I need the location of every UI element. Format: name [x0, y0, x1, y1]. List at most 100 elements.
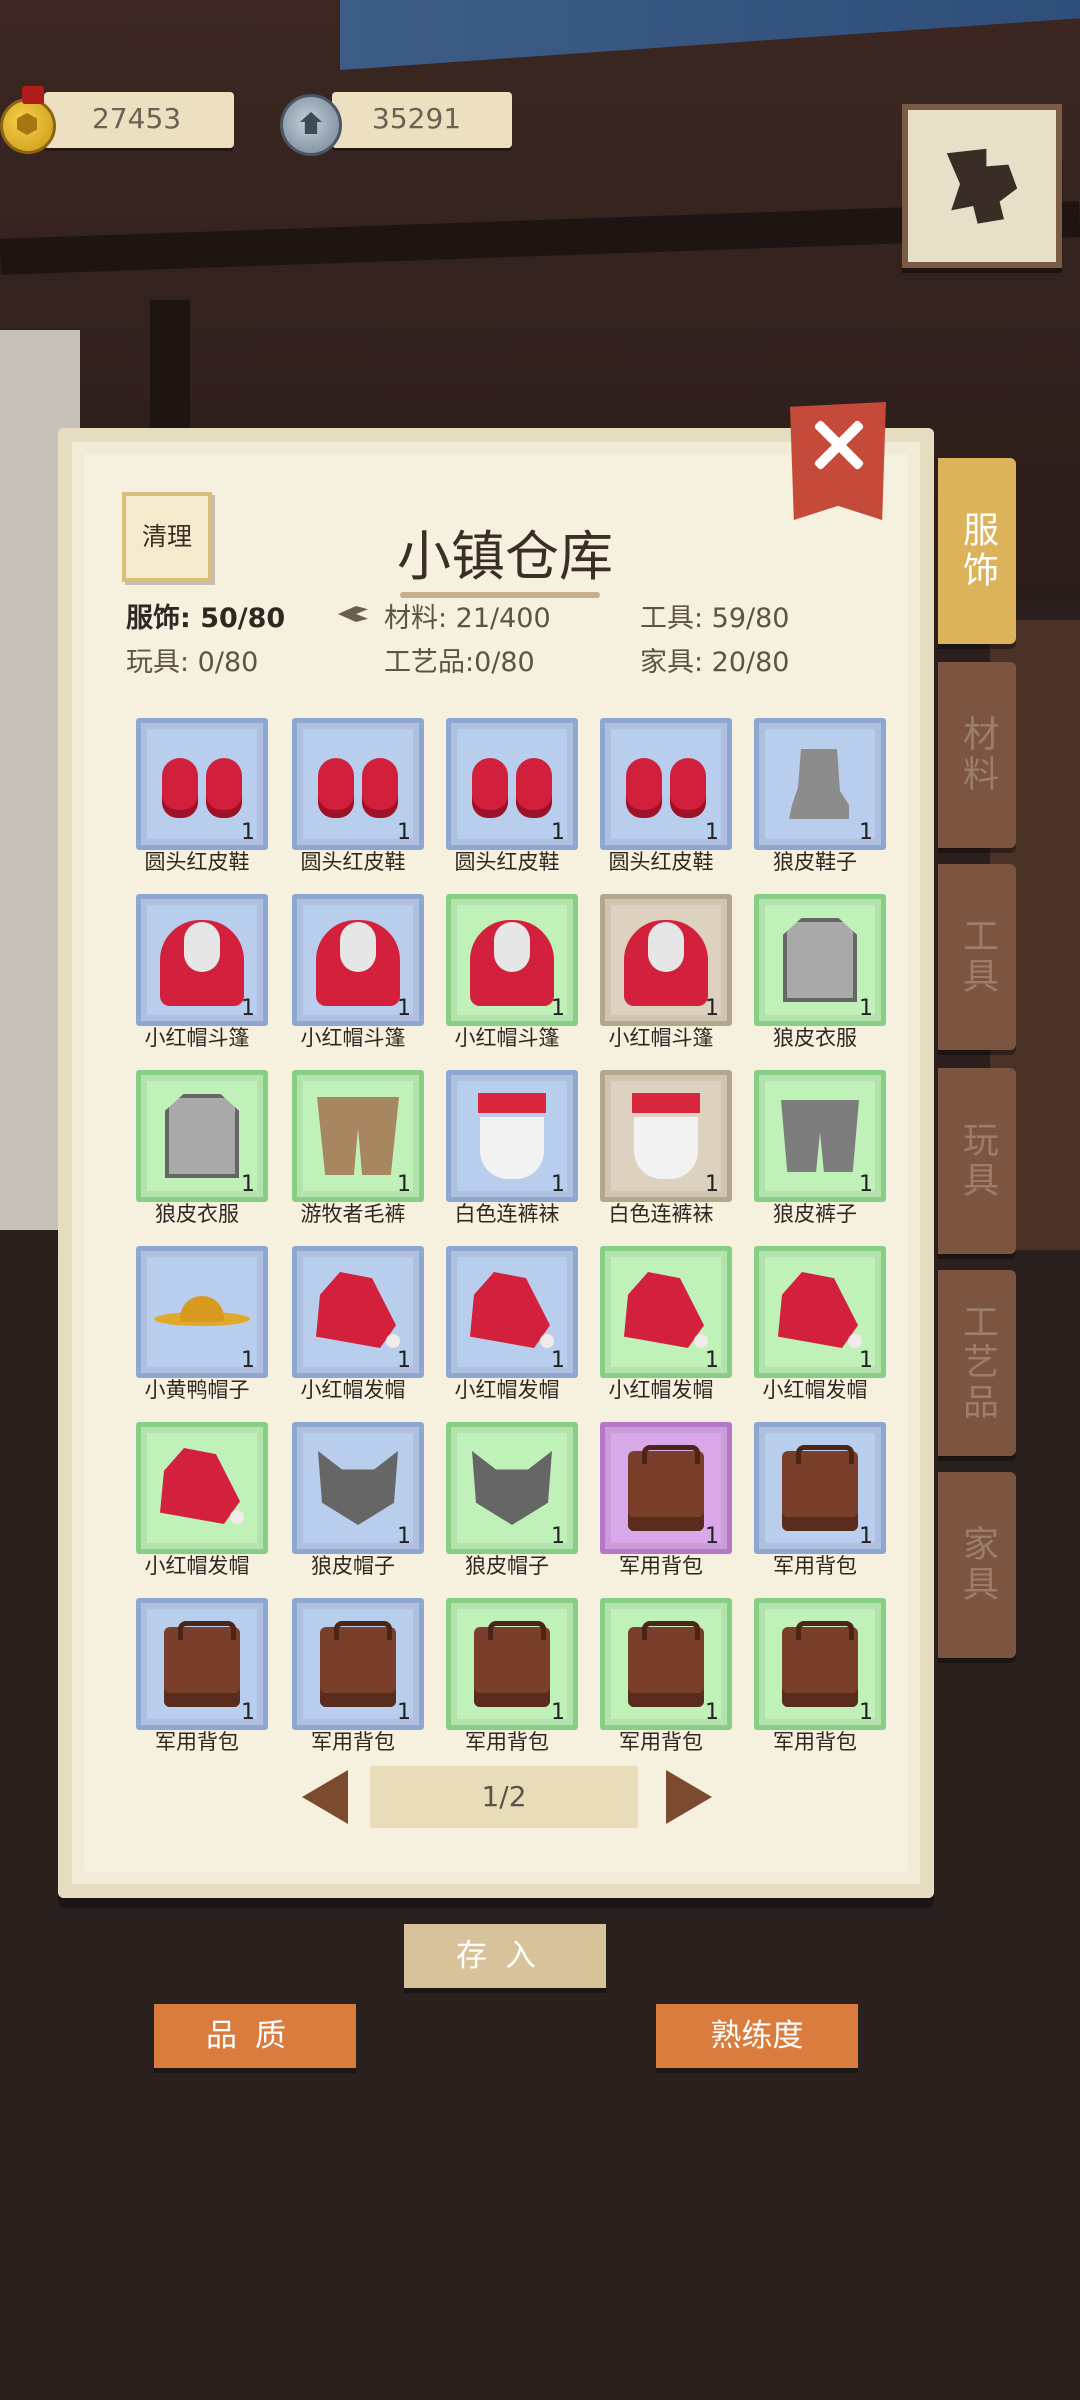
inventory-slot[interactable]: 1 狼皮帽子 — [278, 1416, 428, 1592]
inventory-slot[interactable]: 1 狼皮鞋子 — [740, 712, 890, 888]
tab-label: 服饰 — [957, 511, 998, 591]
item-tile: 1 — [754, 1246, 886, 1378]
item-name: 小红帽斗篷 — [608, 1026, 714, 1050]
inventory-slot[interactable]: 1 军用背包 — [740, 1592, 890, 1768]
duck-hat-icon — [154, 1292, 250, 1332]
item-tile: 1 — [754, 1422, 886, 1554]
journal-icon — [946, 148, 1018, 224]
inventory-slot[interactable]: 1 小红帽发帽 — [278, 1240, 428, 1416]
inventory-slot[interactable]: 1 圆头红皮鞋 — [278, 712, 428, 888]
inventory-slot[interactable]: 1 小红帽斗篷 — [278, 888, 428, 1064]
item-tile: 1 — [754, 718, 886, 850]
inventory-slot[interactable]: 1 狼皮裤子 — [740, 1064, 890, 1240]
backpack-icon — [782, 1621, 858, 1707]
item-tile: 1 — [292, 894, 424, 1026]
inventory-slot[interactable]: 1 狼皮衣服 — [122, 1064, 272, 1240]
inventory-slot[interactable]: 1 圆头红皮鞋 — [586, 712, 736, 888]
inventory-slot[interactable]: 1 游牧者毛裤 — [278, 1064, 428, 1240]
item-tile: 1 — [446, 1070, 578, 1202]
item-quantity: 1 — [705, 820, 719, 845]
red-hood-icon — [160, 1448, 244, 1528]
item-name: 狼皮衣服 — [155, 1202, 239, 1226]
inventory-slot[interactable]: 1 小红帽发帽 — [740, 1240, 890, 1416]
wolf-vest-icon — [165, 1094, 239, 1178]
inventory-slot[interactable]: 1 军用背包 — [586, 1416, 736, 1592]
red-shoes-icon — [624, 750, 708, 818]
inventory-slot[interactable]: 1 军用背包 — [122, 1592, 272, 1768]
inventory-slot[interactable]: 1 小红帽发帽 — [586, 1240, 736, 1416]
item-quantity: 1 — [705, 1348, 719, 1373]
tab-tools[interactable]: 工具 — [938, 864, 1016, 1050]
tab-label: 工具 — [957, 917, 998, 997]
inventory-slot[interactable]: 1 小红帽斗篷 — [586, 888, 736, 1064]
journal-button[interactable] — [902, 104, 1062, 268]
sort-quality-button[interactable]: 品质 — [154, 2004, 356, 2068]
item-name: 军用背包 — [619, 1554, 703, 1578]
item-name: 军用背包 — [619, 1730, 703, 1754]
inventory-slot[interactable]: 1 军用背包 — [586, 1592, 736, 1768]
backpack-icon — [320, 1621, 396, 1707]
item-name: 军用背包 — [465, 1730, 549, 1754]
backpack-icon — [628, 1445, 704, 1531]
clean-button[interactable]: 清理 — [122, 492, 212, 582]
wolf-vest-icon — [783, 918, 857, 1002]
red-hood-icon — [624, 1272, 708, 1352]
item-tile: 1 — [446, 1422, 578, 1554]
gold-currency-bar: 27453 — [44, 92, 234, 148]
item-tile: 1 — [136, 894, 268, 1026]
tab-furniture[interactable]: 家具 — [938, 1472, 1016, 1658]
item-tile — [136, 1422, 268, 1554]
inventory-slot[interactable]: 1 军用背包 — [278, 1592, 428, 1768]
item-name: 白色连裤袜 — [454, 1202, 560, 1226]
item-tile: 1 — [754, 894, 886, 1026]
red-cape-icon — [156, 914, 248, 1006]
item-quantity: 1 — [241, 1172, 255, 1197]
item-grid: 1 圆头红皮鞋 1 圆头红皮鞋 1 圆头红皮鞋 1 圆头红皮鞋 1 狼皮鞋子 1 小红帽斗篷 1 小红帽斗… — [122, 712, 892, 1762]
inventory-slot[interactable]: 1 军用背包 — [740, 1416, 890, 1592]
red-hood-icon — [316, 1272, 400, 1352]
item-quantity: 1 — [859, 1172, 873, 1197]
inventory-slot[interactable]: 1 小红帽斗篷 — [122, 888, 272, 1064]
inventory-slot[interactable]: 1 白色连裤袜 — [586, 1064, 736, 1240]
item-name: 狼皮衣服 — [773, 1026, 857, 1050]
inventory-slot[interactable]: 1 军用背包 — [432, 1592, 582, 1768]
item-name: 小红帽发帽 — [300, 1378, 406, 1402]
stat-crafts: 工艺品:0/80 — [384, 647, 535, 678]
close-button[interactable] — [790, 402, 886, 520]
tab-crafts[interactable]: 工艺品 — [938, 1270, 1016, 1456]
white-tights-icon — [472, 1093, 552, 1179]
deposit-button[interactable]: 存入 — [404, 1924, 606, 1988]
item-tile: 1 — [292, 1598, 424, 1730]
stat-materials: 材料: 21/400 — [384, 603, 551, 634]
item-tile: 1 — [600, 1070, 732, 1202]
item-quantity: 1 — [241, 996, 255, 1021]
wolf-boots-icon — [781, 749, 859, 819]
item-tile: 1 — [600, 894, 732, 1026]
sort-mastery-button[interactable]: 熟练度 — [656, 2004, 858, 2068]
inventory-slot[interactable]: 1 狼皮帽子 — [432, 1416, 582, 1592]
item-name: 小红帽发帽 — [608, 1378, 714, 1402]
item-name: 军用背包 — [773, 1730, 857, 1754]
wolf-pants-icon — [781, 1100, 859, 1172]
item-tile: 1 — [754, 1598, 886, 1730]
tab-clothing[interactable]: 服饰 — [938, 458, 1016, 644]
tab-materials[interactable]: 材料 — [938, 662, 1016, 848]
inventory-slot[interactable]: 1 狼皮衣服 — [740, 888, 890, 1064]
inventory-slot[interactable]: 1 小黄鸭帽子 — [122, 1240, 272, 1416]
inventory-slot[interactable]: 小红帽发帽 — [122, 1416, 272, 1592]
item-name: 小红帽斗篷 — [144, 1026, 250, 1050]
red-shoes-icon — [316, 750, 400, 818]
tab-toys[interactable]: 玩具 — [938, 1068, 1016, 1254]
red-shoes-icon — [470, 750, 554, 818]
inventory-slot[interactable]: 1 小红帽斗篷 — [432, 888, 582, 1064]
item-name: 狼皮鞋子 — [773, 850, 857, 874]
inventory-slot[interactable]: 1 圆头红皮鞋 — [432, 712, 582, 888]
inventory-slot[interactable]: 1 圆头红皮鞋 — [122, 712, 272, 888]
item-name: 小红帽斗篷 — [300, 1026, 406, 1050]
item-tile: 1 — [292, 718, 424, 850]
inventory-slot[interactable]: 1 白色连裤袜 — [432, 1064, 582, 1240]
item-name: 军用背包 — [155, 1730, 239, 1754]
item-name: 小红帽发帽 — [762, 1378, 868, 1402]
item-quantity: 1 — [241, 1348, 255, 1373]
inventory-slot[interactable]: 1 小红帽发帽 — [432, 1240, 582, 1416]
